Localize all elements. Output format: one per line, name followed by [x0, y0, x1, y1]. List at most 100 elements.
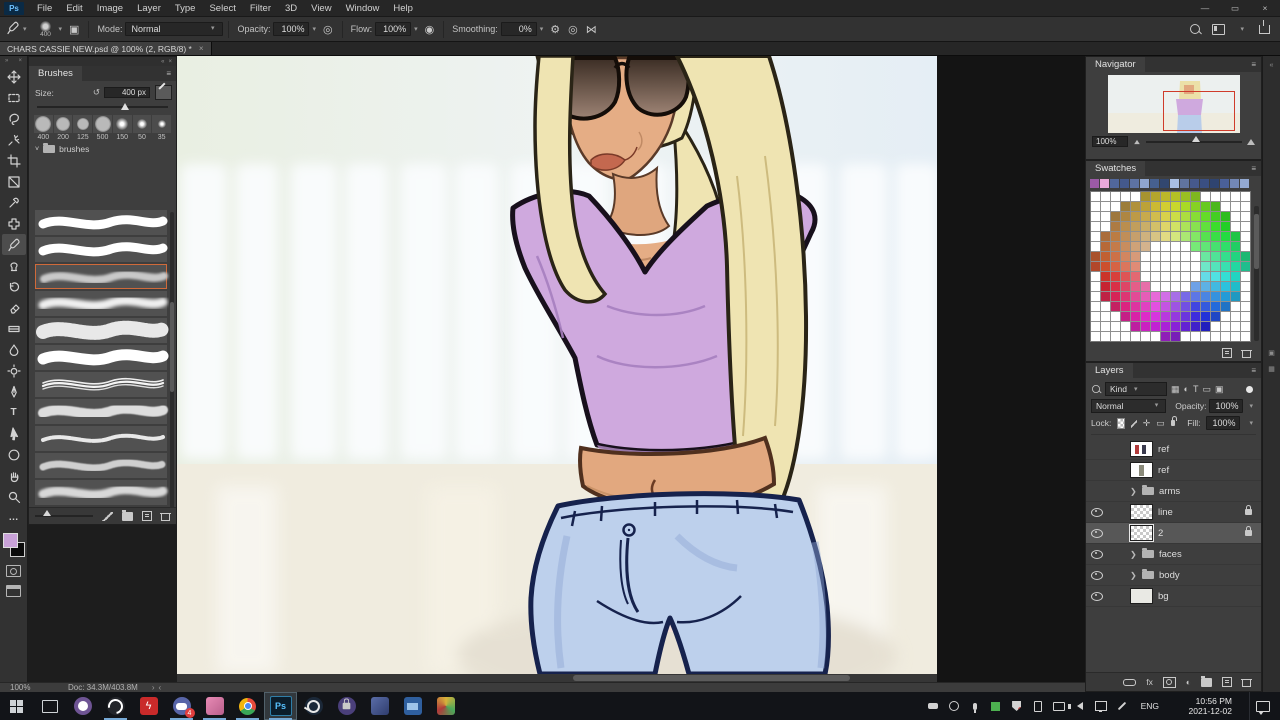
swatch-cell[interactable] — [1161, 202, 1170, 211]
brush-preset-35[interactable] — [152, 115, 171, 133]
recent-swatch[interactable] — [1160, 179, 1169, 188]
brush-stroke-toggle-icon[interactable] — [102, 512, 113, 521]
brush-stroke-item[interactable] — [35, 264, 167, 289]
swatch-cell[interactable] — [1151, 322, 1160, 331]
menu-window[interactable]: Window — [339, 0, 387, 17]
gamepad-tray[interactable] — [927, 700, 939, 712]
filter-adjustment-icon[interactable]: ◐ — [1184, 384, 1189, 394]
menu-select[interactable]: Select — [202, 0, 242, 17]
swatch-cell[interactable] — [1221, 282, 1230, 291]
properties-panel-icon[interactable]: ▦ — [1263, 365, 1280, 373]
swatch-cell[interactable] — [1101, 282, 1110, 291]
eye-icon[interactable] — [1091, 550, 1103, 559]
recent-swatch[interactable] — [1140, 179, 1149, 188]
swatch-cell[interactable] — [1201, 212, 1210, 221]
swatch-cell[interactable] — [1131, 322, 1140, 331]
path-select-tool[interactable] — [2, 423, 26, 444]
swatch-cell[interactable] — [1121, 332, 1130, 341]
swatch-cell[interactable] — [1221, 202, 1230, 211]
layer-row-ref[interactable]: ref — [1086, 439, 1261, 460]
swatch-cell[interactable] — [1111, 332, 1120, 341]
swatch-cell[interactable] — [1171, 312, 1180, 321]
airbrush-icon[interactable]: ◉ — [425, 23, 435, 36]
swatch-cell[interactable] — [1221, 322, 1230, 331]
chevron-down-icon[interactable]: ▾ — [540, 25, 544, 33]
brush-stroke-item[interactable] — [35, 372, 167, 397]
swatch-cell[interactable] — [1151, 282, 1160, 291]
brush-preset-150[interactable] — [113, 115, 132, 133]
opacity-field[interactable]: 100% — [273, 22, 309, 36]
swatch-cell[interactable] — [1181, 222, 1190, 231]
swatch-grid[interactable] — [1090, 191, 1251, 342]
swatch-cell[interactable] — [1161, 272, 1170, 281]
layer-opacity-field[interactable]: 100% — [1209, 399, 1243, 413]
swatch-cell[interactable] — [1241, 262, 1250, 271]
quick-selection-tool[interactable] — [2, 129, 26, 150]
swatch-cell[interactable] — [1101, 192, 1110, 201]
swatch-cell[interactable] — [1221, 302, 1230, 311]
recent-swatch[interactable] — [1210, 179, 1219, 188]
chevron-down-icon[interactable]: ▾ — [1240, 25, 1244, 33]
swatch-cell[interactable] — [1191, 332, 1200, 341]
smoothing-options-gear-icon[interactable]: ⚙ — [550, 23, 560, 36]
swatch-cell[interactable] — [1181, 322, 1190, 331]
swatch-cell[interactable] — [1171, 192, 1180, 201]
swatch-cell[interactable] — [1241, 252, 1250, 261]
pen-tray[interactable] — [1116, 700, 1128, 712]
lock-paint-icon[interactable] — [1131, 419, 1137, 428]
swatch-cell[interactable] — [1201, 232, 1210, 241]
twisty-icon[interactable]: ❯ — [1130, 571, 1137, 580]
swatch-cell[interactable] — [1091, 312, 1100, 321]
swatch-cell[interactable] — [1211, 312, 1220, 321]
brush-stroke-item[interactable] — [35, 210, 167, 235]
swatch-cell[interactable] — [1111, 322, 1120, 331]
swatch-cell[interactable] — [1201, 192, 1210, 201]
swatch-cell[interactable] — [1141, 232, 1150, 241]
swatch-cell[interactable] — [1241, 232, 1250, 241]
scrollbar-thumb[interactable] — [573, 675, 850, 681]
delete-layer-icon[interactable] — [1242, 679, 1251, 687]
swatch-cell[interactable] — [1201, 292, 1210, 301]
swatch-cell[interactable] — [1141, 192, 1150, 201]
swatch-cell[interactable] — [1181, 292, 1190, 301]
swatch-cell[interactable] — [1131, 302, 1140, 311]
clone-stamp-tool[interactable] — [2, 255, 26, 276]
menu-layer[interactable]: Layer — [130, 0, 168, 17]
eye-icon[interactable] — [1091, 571, 1103, 580]
restore-button[interactable]: ▭ — [1220, 0, 1250, 17]
swatch-cell[interactable] — [1191, 232, 1200, 241]
layer-fx-icon[interactable]: fx — [1146, 677, 1153, 687]
swatch-cell[interactable] — [1241, 222, 1250, 231]
layer-thumbnail[interactable] — [1130, 441, 1153, 457]
swatch-cell[interactable] — [1141, 262, 1150, 271]
chevron-down-icon[interactable]: ▾ — [23, 25, 27, 33]
zoom-tool[interactable] — [2, 486, 26, 507]
pressure-size-icon[interactable]: ◎ — [568, 23, 578, 36]
zoom-out-icon[interactable] — [1134, 139, 1140, 143]
brush-preset-125[interactable] — [73, 115, 92, 133]
recent-swatch[interactable] — [1100, 179, 1109, 188]
swatch-cell[interactable] — [1131, 312, 1140, 321]
recent-swatch[interactable] — [1090, 179, 1099, 188]
swatch-cell[interactable] — [1211, 282, 1220, 291]
github-app[interactable] — [66, 692, 99, 720]
brush-size-field[interactable]: 400 px — [104, 87, 150, 98]
swatch-cell[interactable] — [1151, 272, 1160, 281]
swatch-cell[interactable] — [1161, 232, 1170, 241]
swatch-cell[interactable] — [1111, 312, 1120, 321]
menu-type[interactable]: Type — [168, 0, 203, 17]
layer-row-bg[interactable]: bg — [1086, 586, 1261, 607]
swatch-cell[interactable] — [1101, 312, 1110, 321]
paint-app[interactable] — [198, 692, 231, 720]
swatch-cell[interactable] — [1141, 272, 1150, 281]
swatch-cell[interactable] — [1241, 302, 1250, 311]
swatch-cell[interactable] — [1171, 212, 1180, 221]
zoom-readout[interactable]: 100% — [10, 683, 60, 692]
swatch-cell[interactable] — [1181, 332, 1190, 341]
swatch-cell[interactable] — [1161, 242, 1170, 251]
swatch-cell[interactable] — [1211, 222, 1220, 231]
swatch-cell[interactable] — [1131, 282, 1140, 291]
swatch-cell[interactable] — [1201, 302, 1210, 311]
swatch-cell[interactable] — [1231, 312, 1240, 321]
lock-app[interactable] — [330, 692, 363, 720]
